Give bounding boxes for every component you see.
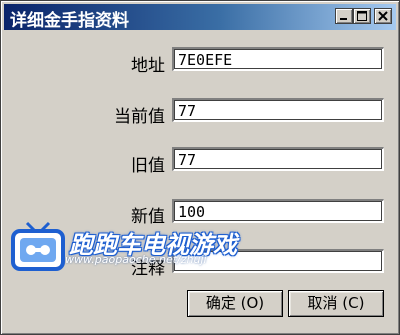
old-value-field[interactable]: 77 (172, 147, 384, 171)
current-value-field[interactable]: 77 (172, 98, 384, 122)
window-title: 详细金手指资料 (10, 11, 129, 31)
close-button[interactable] (374, 8, 392, 24)
maximize-button[interactable] (353, 8, 371, 24)
address-field[interactable]: 7E0EFE (172, 47, 384, 71)
new-value-field[interactable]: 100 (172, 199, 384, 223)
cheat-detail-dialog: 详细金手指资料 地址 7E0EFE 当前值 77 旧值 77 新值 100 注释 (0, 0, 400, 335)
new-value-label: 新值 (131, 207, 165, 227)
ok-button[interactable]: 确定 (O) (187, 290, 283, 317)
comment-field[interactable] (172, 249, 384, 273)
current-value-label: 当前值 (114, 107, 165, 127)
address-label: 地址 (131, 56, 165, 76)
minimize-icon (340, 18, 347, 20)
comment-label: 注释 (131, 259, 165, 279)
minimize-button[interactable] (335, 8, 353, 24)
maximize-icon (357, 11, 367, 21)
title-bar[interactable]: 详细金手指资料 (4, 4, 396, 31)
cancel-button[interactable]: 取消 (C) (288, 290, 384, 317)
close-icon (378, 11, 388, 21)
old-value-label: 旧值 (131, 156, 165, 176)
